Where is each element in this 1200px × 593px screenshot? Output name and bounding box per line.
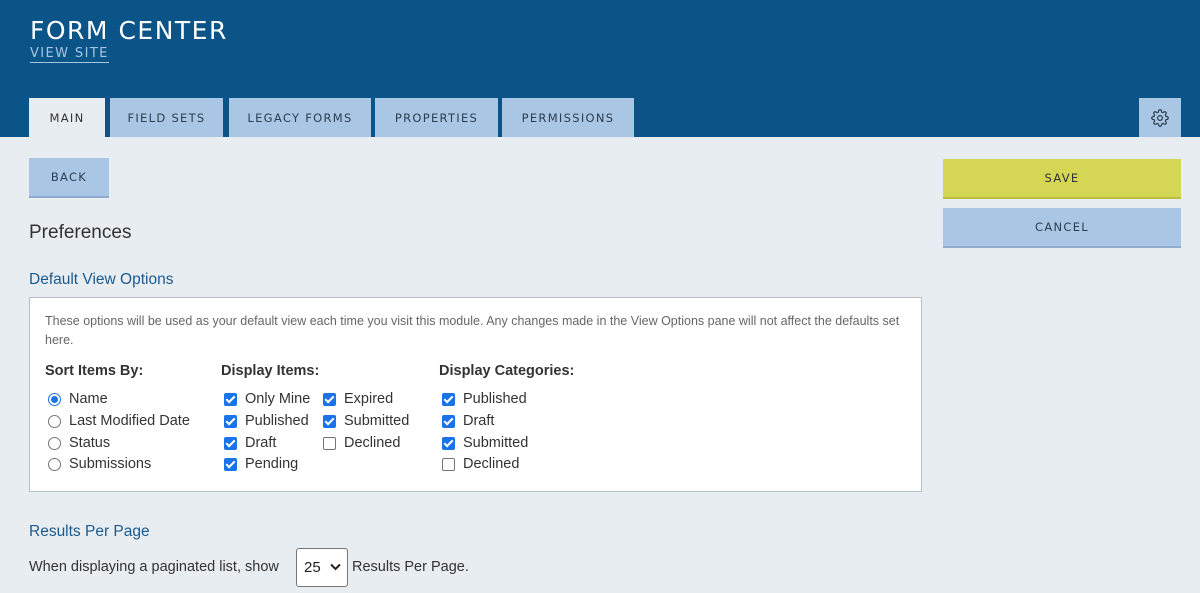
app-title: FORM CENTER xyxy=(30,16,228,45)
radio-button[interactable] xyxy=(48,436,61,450)
results-per-page-value: 25 xyxy=(304,559,321,576)
checkbox[interactable] xyxy=(224,392,237,406)
checkbox[interactable] xyxy=(442,457,455,471)
sort-option-submissions[interactable]: Submissions xyxy=(48,456,151,472)
display-category-declined[interactable]: Declined xyxy=(442,456,519,472)
display-items-label: Display Items: xyxy=(221,363,320,379)
results-per-page-select[interactable]: 25 xyxy=(296,548,348,587)
tab-main[interactable]: MAIN xyxy=(29,98,105,137)
tab-properties[interactable]: PROPERTIES xyxy=(375,98,498,137)
tab-field-sets[interactable]: FIELD SETS xyxy=(110,98,223,137)
page-title: Preferences xyxy=(29,222,132,243)
display-item-published[interactable]: Published xyxy=(224,413,309,429)
sort-option-name[interactable]: Name xyxy=(48,391,108,407)
checkbox[interactable] xyxy=(224,436,237,450)
checkbox[interactable] xyxy=(224,414,237,428)
radio-button[interactable] xyxy=(48,414,61,428)
cancel-button[interactable]: CANCEL xyxy=(943,208,1181,248)
checkbox[interactable] xyxy=(323,436,336,450)
back-button[interactable]: BACK xyxy=(29,158,109,198)
checkbox[interactable] xyxy=(323,414,336,428)
checkbox[interactable] xyxy=(442,392,455,406)
display-categories-label: Display Categories: xyxy=(439,363,575,379)
gear-icon xyxy=(1151,108,1169,127)
radio-button[interactable] xyxy=(48,392,61,406)
checkbox[interactable] xyxy=(442,414,455,428)
display-item-only-mine[interactable]: Only Mine xyxy=(224,391,310,407)
display-category-draft[interactable]: Draft xyxy=(442,413,494,429)
display-item-submitted[interactable]: Submitted xyxy=(323,413,409,429)
display-item-draft[interactable]: Draft xyxy=(224,435,276,451)
display-item-declined[interactable]: Declined xyxy=(323,435,400,451)
display-item-pending[interactable]: Pending xyxy=(224,456,298,472)
chevron-down-icon xyxy=(330,563,341,571)
display-item-expired[interactable]: Expired xyxy=(323,391,393,407)
sort-option-status[interactable]: Status xyxy=(48,435,110,451)
sort-option-last-modified-date[interactable]: Last Modified Date xyxy=(48,413,190,429)
tab-permissions[interactable]: PERMISSIONS xyxy=(502,98,634,137)
results-per-page-suffix: Results Per Page. xyxy=(352,559,469,575)
save-button[interactable]: SAVE xyxy=(943,159,1181,199)
tab-legacy-forms[interactable]: LEGACY FORMS xyxy=(229,98,371,137)
checkbox[interactable] xyxy=(224,457,237,471)
checkbox[interactable] xyxy=(323,392,336,406)
sort-items-by-label: Sort Items By: xyxy=(45,363,144,379)
view-site-link[interactable]: VIEW SITE xyxy=(30,46,109,63)
default-view-note: These options will be used as your defau… xyxy=(45,314,900,347)
settings-button[interactable] xyxy=(1139,98,1181,137)
checkbox[interactable] xyxy=(442,436,455,450)
default-view-options-panel: These options will be used as your defau… xyxy=(29,297,922,492)
results-per-page-heading: Results Per Page xyxy=(29,523,150,540)
default-view-options-heading: Default View Options xyxy=(29,271,174,288)
display-category-published[interactable]: Published xyxy=(442,391,527,407)
display-category-submitted[interactable]: Submitted xyxy=(442,435,528,451)
results-per-page-prefix: When displaying a paginated list, show xyxy=(29,559,279,575)
radio-button[interactable] xyxy=(48,457,61,471)
